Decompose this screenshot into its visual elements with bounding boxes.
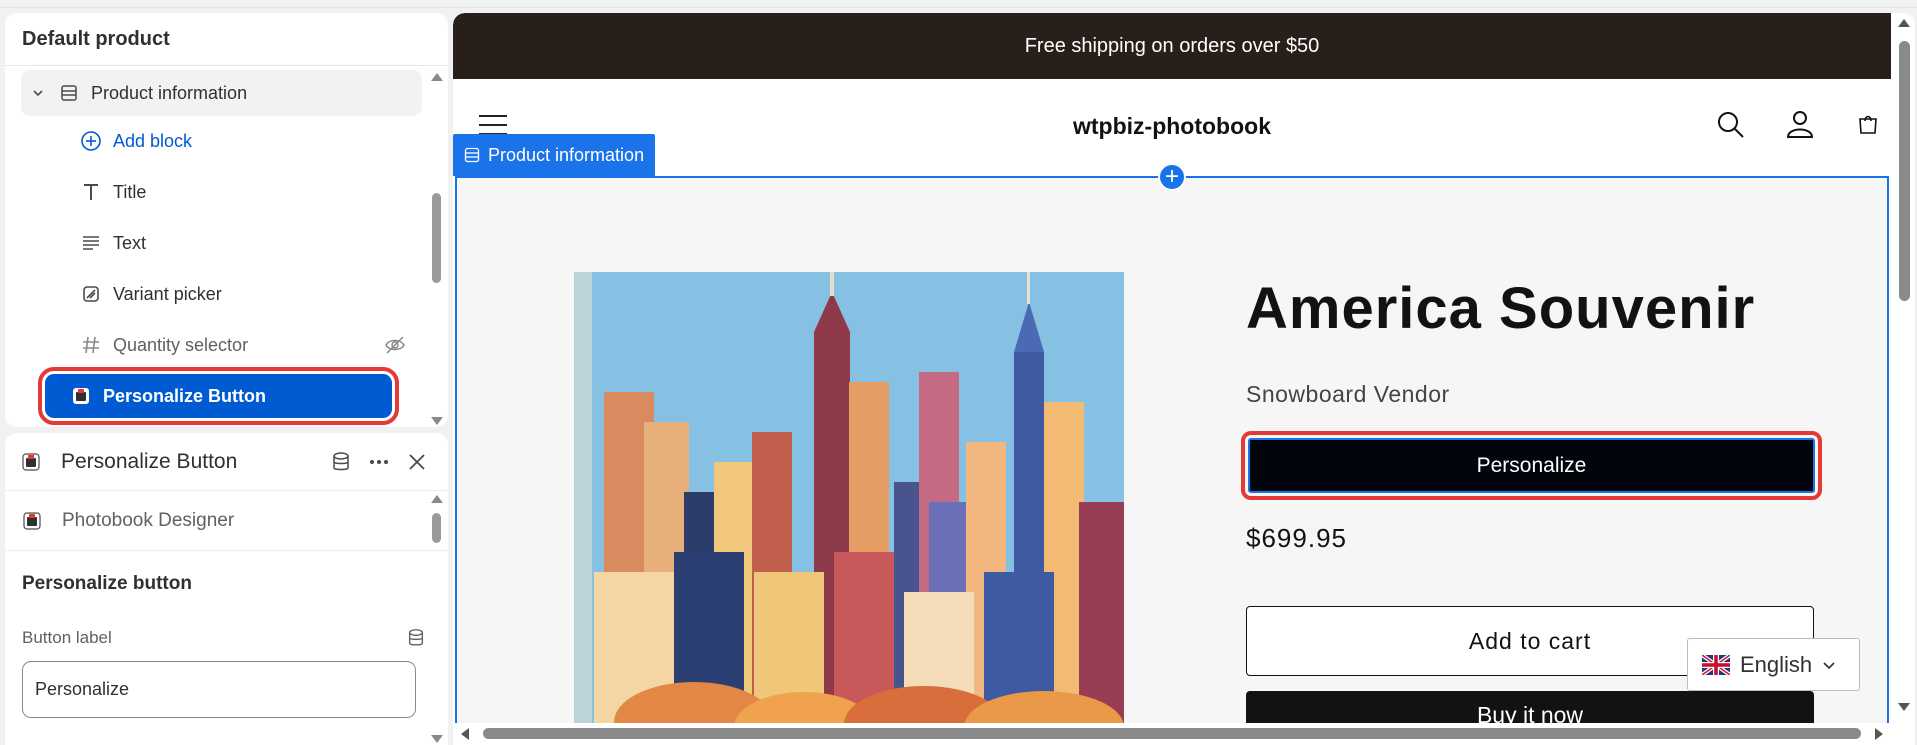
block-text-label: Text	[113, 232, 147, 253]
block-quantity-selector-label: Quantity selector	[113, 334, 249, 355]
button-label-field-label: Button label	[5, 623, 448, 653]
section-product-information[interactable]: Product information	[21, 70, 422, 116]
scroll-up-icon[interactable]	[1898, 19, 1910, 27]
scroll-down-icon[interactable]	[1898, 703, 1910, 711]
block-variant-picker-label: Variant picker	[113, 283, 222, 304]
cart-icon[interactable]	[1857, 109, 1879, 139]
block-personalize-button[interactable]: Personalize Button	[38, 367, 399, 425]
app-block-icon	[22, 452, 40, 471]
language-label: English	[1740, 651, 1813, 677]
close-icon[interactable]	[402, 447, 432, 477]
settings-header: Personalize Button	[5, 433, 448, 491]
block-title[interactable]: Title	[21, 169, 422, 215]
scroll-thumb[interactable]	[483, 728, 1861, 739]
scroll-up-icon[interactable]	[431, 73, 443, 81]
chevron-down-icon[interactable]	[31, 86, 45, 100]
announcement-bar[interactable]: Free shipping on orders over $50	[453, 13, 1891, 79]
product-price: $699.95	[1246, 523, 1347, 553]
block-personalize-button-label: Personalize Button	[103, 385, 267, 406]
more-horizontal-icon[interactable]	[364, 447, 394, 477]
store-logo[interactable]: wtpbiz-photobook	[453, 113, 1891, 140]
text-title-icon	[79, 180, 103, 204]
variant-icon	[79, 282, 103, 306]
structure-scrollbar[interactable]	[430, 73, 444, 427]
plus-circle-icon	[79, 129, 103, 153]
scroll-left-icon[interactable]	[461, 728, 469, 740]
settings-panel: Personalize Button Photobook Designer Pe…	[5, 433, 448, 745]
personalize-button[interactable]: Personalize	[1241, 431, 1822, 500]
button-label-input[interactable]: Personalize	[22, 661, 416, 718]
scroll-up-icon[interactable]	[431, 495, 443, 503]
scroll-thumb[interactable]	[432, 193, 441, 283]
scroll-thumb[interactable]	[1899, 41, 1910, 301]
chevron-down-icon	[1823, 661, 1835, 669]
block-quantity-selector[interactable]: Quantity selector	[21, 322, 422, 368]
settings-section-title: Personalize button	[22, 573, 192, 594]
database-icon[interactable]	[406, 628, 426, 648]
template-title: Default product	[5, 13, 448, 66]
block-title-label: Title	[113, 181, 147, 202]
app-name: Photobook Designer	[62, 509, 235, 531]
structure-panel: Default product Product information Add …	[5, 13, 448, 427]
section-icon	[464, 147, 480, 163]
section-label: Product information	[91, 82, 248, 103]
city-skyline-illustration	[574, 272, 1124, 732]
block-variant-picker[interactable]: Variant picker	[21, 271, 422, 317]
preview-horizontal-scrollbar[interactable]	[453, 723, 1891, 745]
hash-icon	[79, 333, 103, 357]
settings-scrollbar[interactable]	[430, 495, 444, 745]
text-lines-icon	[79, 231, 103, 255]
scroll-thumb[interactable]	[432, 513, 441, 543]
uk-flag-icon	[1702, 654, 1730, 675]
eye-off-icon[interactable]	[384, 334, 406, 356]
database-icon[interactable]	[326, 447, 356, 477]
add-block-button[interactable]: Add block	[21, 118, 422, 164]
add-section-button[interactable]: +	[1158, 163, 1186, 191]
scroll-down-icon[interactable]	[431, 417, 443, 425]
account-icon[interactable]	[1785, 109, 1815, 139]
scroll-down-icon[interactable]	[431, 735, 443, 743]
block-text[interactable]: Text	[21, 220, 422, 266]
section-tag-label: Product information	[488, 144, 645, 165]
product-vendor: Snowboard Vendor	[1246, 381, 1450, 407]
app-source-row[interactable]: Photobook Designer	[5, 491, 448, 551]
app-block-icon	[69, 384, 93, 408]
settings-title: Personalize Button	[61, 449, 238, 473]
add-block-label: Add block	[113, 130, 193, 151]
product-title: America Souvenir	[1246, 276, 1756, 341]
field-label-text: Button label	[22, 628, 112, 647]
section-icon	[57, 81, 81, 105]
storefront-preview: Free shipping on orders over $50 wtpbiz-…	[453, 13, 1915, 745]
top-strip	[0, 0, 1917, 8]
scroll-right-icon[interactable]	[1875, 728, 1883, 740]
app-icon	[23, 511, 41, 530]
section-tag[interactable]: Product information	[453, 134, 656, 176]
product-image[interactable]	[574, 272, 1124, 732]
preview-vertical-scrollbar[interactable]	[1893, 13, 1915, 745]
language-selector[interactable]: English	[1687, 638, 1860, 691]
search-icon[interactable]	[1715, 109, 1745, 139]
section-tree: Product information Add block Title Text	[5, 67, 428, 427]
